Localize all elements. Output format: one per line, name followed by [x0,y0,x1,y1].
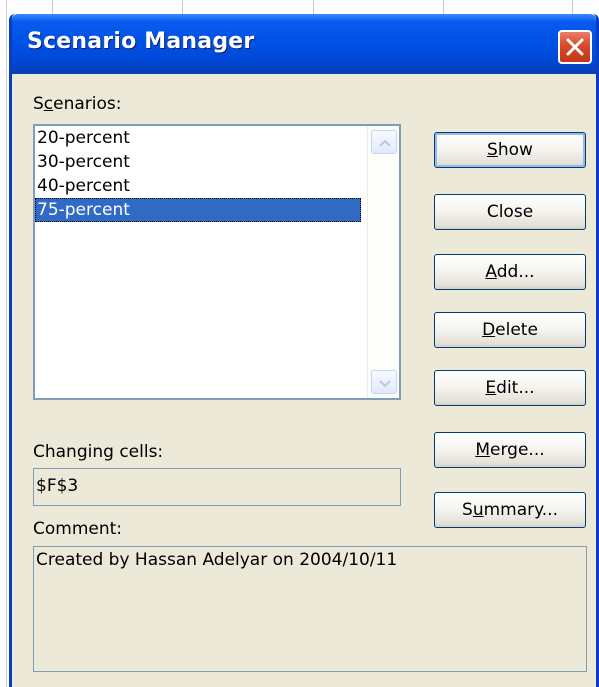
show-button[interactable]: Show [434,132,586,168]
comment-label: Comment: [33,519,123,539]
scroll-up-button[interactable] [371,130,397,154]
grid-line [443,0,444,14]
grid-line [182,0,183,14]
scroll-down-button[interactable] [371,370,397,394]
scenarios-label: Scenarios: [33,94,122,114]
list-item[interactable]: 20-percent [35,126,361,150]
merge-button[interactable]: Merge... [434,432,586,468]
grid-line [572,0,573,14]
changing-cells-field[interactable]: $F$3 [33,468,401,506]
close-x-icon [566,38,584,56]
scenarios-listbox[interactable]: 20-percent 30-percent 40-percent 75-perc… [33,124,401,400]
grid-line [313,0,314,14]
chevron-up-icon [379,139,391,147]
scenario-manager-dialog: Scenario Manager Scenarios: 20-percent 3… [9,14,599,687]
grid-line [52,0,53,14]
title-bar[interactable]: Scenario Manager [12,14,596,74]
edit-button[interactable]: Edit... [434,370,586,406]
chevron-down-icon [379,380,391,388]
close-button[interactable]: Close [434,194,586,230]
vertical-scrollbar[interactable] [367,126,399,398]
dialog-title: Scenario Manager [27,29,255,54]
row-header-strip [0,0,7,687]
changing-cells-label: Changing cells: [33,442,164,462]
list-item[interactable]: 30-percent [35,150,361,174]
list-item[interactable]: 40-percent [35,174,361,198]
delete-button[interactable]: Delete [434,312,586,348]
close-window-button[interactable] [558,30,592,64]
list-item-selected[interactable]: 75-percent [35,198,361,222]
comment-field[interactable]: Created by Hassan Adelyar on 2004/10/11 [33,546,587,672]
scenarios-list: 20-percent 30-percent 40-percent 75-perc… [35,126,361,222]
add-button[interactable]: Add... [434,254,586,290]
summary-button[interactable]: Summary... [434,492,586,528]
